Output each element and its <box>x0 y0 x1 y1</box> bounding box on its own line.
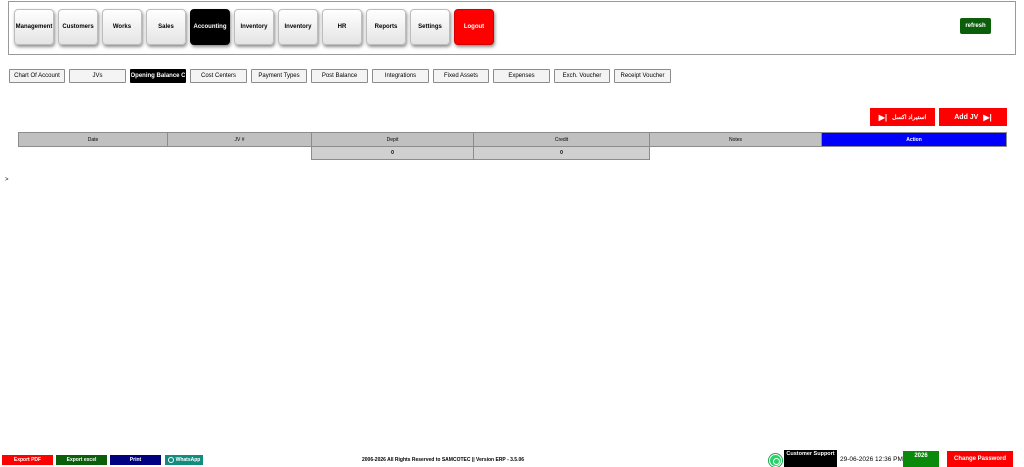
tab-chart-of-account[interactable]: Chart Of Account <box>9 69 65 83</box>
nav-customers-button[interactable]: Customers <box>58 9 98 45</box>
top-nav-panel: Management Customers Works Sales Account… <box>8 1 1016 55</box>
tab-expenses[interactable]: Expenses <box>493 69 550 83</box>
refresh-button[interactable]: refresh <box>960 18 991 34</box>
table-header-row: Date JV # Depit Credit Notes Action <box>18 132 1007 147</box>
tab-cost-centers[interactable]: Cost Centers <box>190 69 247 83</box>
tab-receipt-voucher[interactable]: Receipt Voucher <box>614 69 671 83</box>
whatsapp-support-icon[interactable] <box>769 454 782 467</box>
totals-jv-cell <box>168 147 312 160</box>
skip-forward-icon: ▶| <box>983 112 992 122</box>
jv-table: Date JV # Depit Credit Notes Action 0 0 <box>18 132 1007 160</box>
nav-inventory-button[interactable]: Inventory <box>234 9 274 45</box>
tab-opening-balance[interactable]: Opening Balance C <box>130 69 186 83</box>
nav-settings-button[interactable]: Settings <box>410 9 450 45</box>
column-header-depit[interactable]: Depit <box>311 132 474 147</box>
change-password-button[interactable]: Change Password <box>947 451 1013 467</box>
column-header-credit[interactable]: Credit <box>473 132 650 147</box>
whatsapp-icon <box>167 457 174 463</box>
tab-exch-voucher[interactable]: Exch. Voucher <box>554 69 610 83</box>
whatsapp-button[interactable]: WhatsApp <box>165 455 203 465</box>
caret-marker: > <box>5 177 9 183</box>
print-button[interactable]: Print <box>110 455 161 465</box>
nav-reports-button[interactable]: Reports <box>366 9 406 45</box>
import-excel-button[interactable]: ▶| استيراد اكسل <box>870 108 935 126</box>
export-pdf-button[interactable]: Export PDF <box>2 455 53 465</box>
whatsapp-label: WhatsApp <box>175 457 201 463</box>
import-excel-label: استيراد اكسل <box>892 114 927 121</box>
nav-inventory-2-button[interactable]: Inventory <box>278 9 318 45</box>
customer-support-button[interactable]: Customer Support <box>784 450 837 467</box>
add-jv-label: Add JV <box>954 113 979 121</box>
tab-post-balance[interactable]: Post Balance <box>311 69 368 83</box>
tab-fixed-assets[interactable]: Fixed Assets <box>433 69 489 83</box>
nav-management-button[interactable]: Management <box>14 9 54 45</box>
nav-accounting-button[interactable]: Accounting <box>190 9 230 45</box>
column-header-jv-number[interactable]: JV # <box>167 132 312 147</box>
total-credit: 0 <box>473 146 650 160</box>
current-datetime: 29-06-2026 12:36 PM <box>840 456 903 463</box>
nav-sales-button[interactable]: Sales <box>146 9 186 45</box>
column-header-date[interactable]: Date <box>18 132 168 147</box>
totals-action-cell <box>822 147 1007 160</box>
tab-jvs[interactable]: JVs <box>69 69 126 83</box>
nav-hr-button[interactable]: HR <box>322 9 362 45</box>
nav-works-button[interactable]: Works <box>102 9 142 45</box>
add-jv-button[interactable]: Add JV ▶| <box>939 108 1007 126</box>
totals-notes-cell <box>650 147 822 160</box>
total-depit: 0 <box>311 146 474 160</box>
copyright-text: 2006-2026 All Rights Reserved to SAMCOTE… <box>362 457 525 463</box>
tab-integrations[interactable]: Integrations <box>372 69 429 83</box>
totals-date-cell <box>19 147 168 160</box>
column-header-notes[interactable]: Notes <box>649 132 822 147</box>
tab-payment-types[interactable]: Payment Types <box>251 69 307 83</box>
column-header-action: Action <box>821 132 1007 147</box>
skip-forward-icon: ▶| <box>878 112 888 122</box>
year-badge[interactable]: 2026 <box>903 451 939 467</box>
logout-button[interactable]: Logout <box>454 9 494 45</box>
totals-row: 0 0 <box>19 146 1007 160</box>
export-excel-button[interactable]: Export excel <box>56 455 107 465</box>
